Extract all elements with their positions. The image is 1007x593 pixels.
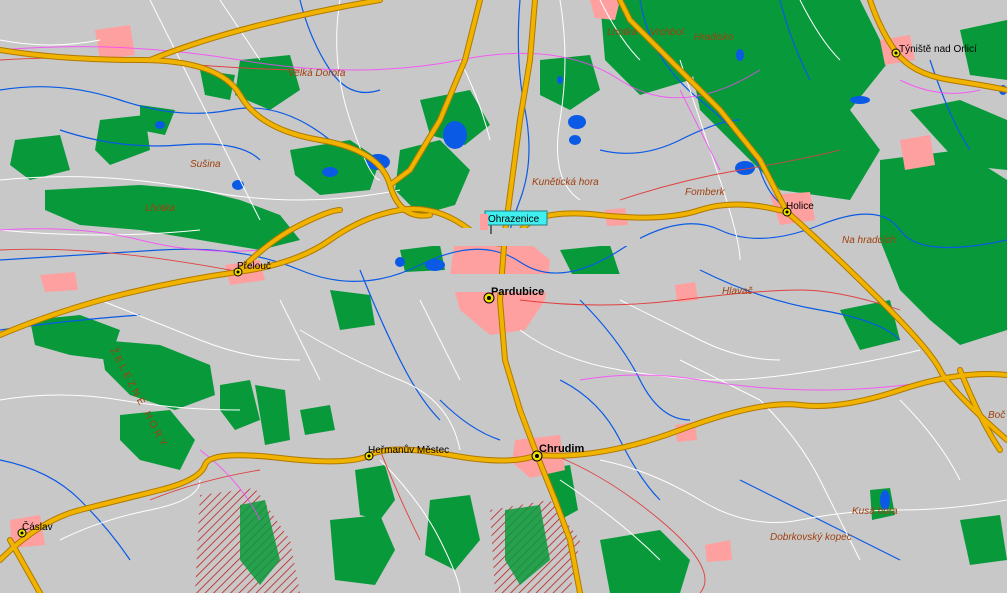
place-vrchbol: Vrchbol [650,27,685,38]
place-lhotka-top: Lhotka [607,27,637,38]
map-canvas[interactable]: Lhotka Vrchbol Hradisko Velká Dorota Suš… [0,0,1007,593]
city-chrudim: Chrudim [539,443,584,455]
town-prelouc: Přelouč [237,261,271,272]
town-caslav: Čáslav [22,520,53,533]
place-velka-dorota: Velká Dorota [288,68,346,79]
highlight-ohrazenice: Ohrazenice [488,214,540,225]
place-dobrkovsky-kopec: Dobrkovský kopec [770,532,852,543]
town-hermanuv-mestec: Heřmanův Městec [368,444,449,456]
place-hlavac: Hlavač [722,286,753,297]
place-kuneticka-hora: Kunětická hora [532,177,599,188]
place-fomberk: Fomberk [685,187,725,198]
place-kusa-hora: Kusá hora [852,506,898,517]
place-susina: Sušina [190,159,221,170]
place-na-hradcich: Na hradcích [842,235,896,246]
city-pardubice: Pardubice [491,286,544,298]
town-holice: Holice [786,201,814,212]
place-hradisko: Hradisko [694,32,734,43]
place-lhotka-left: Lhotka [145,203,175,214]
town-tyniste: Týniště nad Orlicí [899,44,977,55]
place-boc: Boč [988,410,1005,421]
